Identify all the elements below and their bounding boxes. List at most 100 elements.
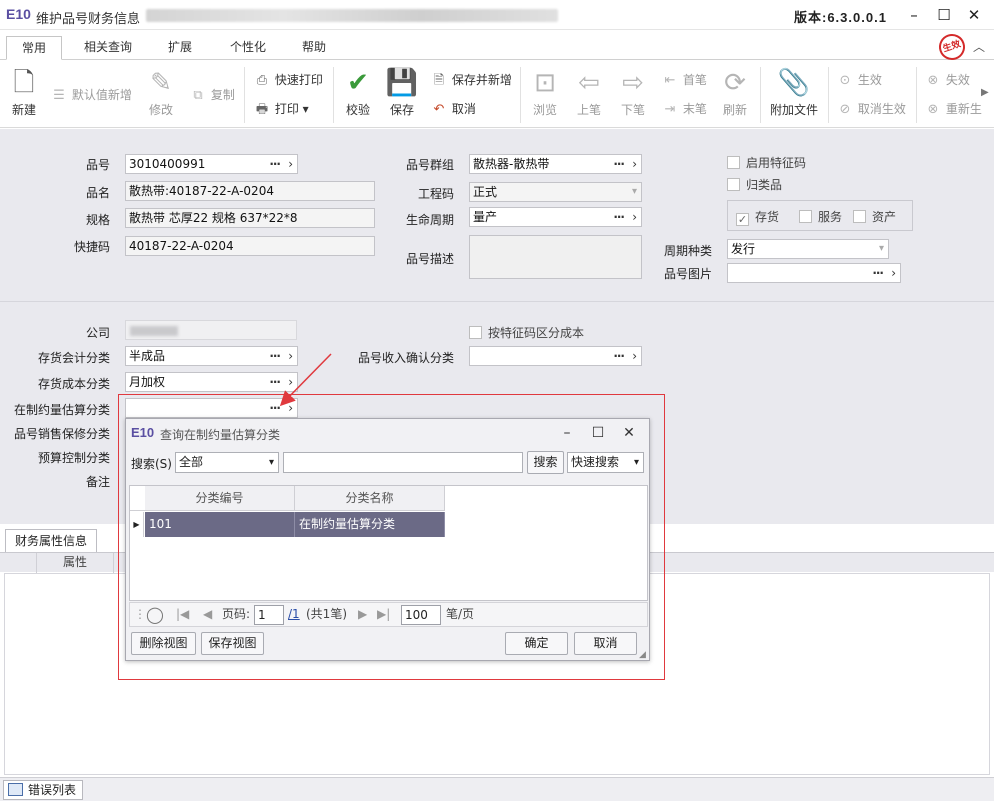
tab-personalize[interactable]: 个性化 bbox=[220, 36, 276, 60]
total-pages-link[interactable]: /1 bbox=[288, 603, 300, 626]
item-no-label: 品号 bbox=[85, 158, 110, 172]
item-image-field[interactable]: ··· › bbox=[727, 263, 901, 283]
lifecycle-field[interactable]: 量产 ··· › bbox=[469, 207, 642, 227]
activate-button[interactable]: ⊙ 生效 bbox=[836, 70, 882, 90]
modify-button[interactable]: ✎ 修改 bbox=[141, 65, 181, 118]
item-group-field[interactable]: 散热器-散热带 ··· › bbox=[469, 154, 642, 174]
maximize-button[interactable]: ☐ bbox=[932, 4, 956, 26]
tab-common[interactable]: 常用 bbox=[6, 36, 62, 60]
search-button[interactable]: 搜索 bbox=[527, 451, 564, 474]
last-button[interactable]: ⇥ 末笔 bbox=[661, 99, 707, 119]
revenue-class-field[interactable]: ··· › bbox=[469, 346, 642, 366]
pager-refresh-icon[interactable]: ◯ bbox=[146, 603, 164, 626]
cycle-type-label: 周期种类 bbox=[663, 244, 712, 258]
chevron-right-icon[interactable]: › bbox=[632, 347, 637, 365]
last-icon: ⇥ bbox=[664, 102, 676, 117]
cancel-button[interactable]: ↶ 取消 bbox=[430, 99, 476, 119]
chevron-right-icon[interactable]: › bbox=[891, 264, 896, 282]
chevron-right-icon[interactable]: › bbox=[288, 373, 293, 391]
refresh-button[interactable]: ⟳ 刷新 bbox=[715, 65, 755, 118]
inv-cost-class-field[interactable]: 月加权 ··· › bbox=[125, 372, 298, 392]
item-desc-textarea[interactable] bbox=[469, 235, 642, 279]
item-no-field[interactable]: 3010400991 ··· › bbox=[125, 154, 298, 174]
quick-print-button[interactable]: ⎙ 快速打印 bbox=[253, 70, 323, 90]
prev-page-icon[interactable]: ◀ bbox=[203, 603, 212, 626]
page-size-input[interactable]: 100 bbox=[401, 605, 441, 625]
tab-finance-attributes[interactable]: 财务属性信息 bbox=[5, 529, 97, 553]
total-records: (共1笔) bbox=[306, 607, 347, 621]
tab-help[interactable]: 帮助 bbox=[292, 36, 336, 60]
service-checkbox[interactable]: 服务 bbox=[799, 208, 842, 225]
first-page-icon[interactable]: |◀ bbox=[176, 603, 189, 626]
toolbar-scroll-right-icon[interactable]: ▶ bbox=[981, 87, 989, 98]
dialog-minimize-button[interactable]: – bbox=[556, 422, 578, 444]
save-and-new-button[interactable]: 🗎 保存并新增 bbox=[430, 70, 512, 90]
verify-button[interactable]: ✔ 校验 bbox=[338, 65, 378, 118]
column-header-code[interactable]: 分类编号 bbox=[145, 486, 295, 511]
quick-code-field[interactable]: 40187-22-A-0204 bbox=[125, 236, 375, 256]
more-icon[interactable]: ··· bbox=[269, 347, 281, 365]
class-item-checkbox[interactable]: 归类品 bbox=[727, 176, 782, 193]
dialog-maximize-button[interactable]: ☐ bbox=[587, 422, 609, 444]
close-button[interactable]: ✕ bbox=[962, 4, 986, 26]
next-button[interactable]: ⇨ 下笔 bbox=[613, 65, 653, 118]
inventory-checkbox[interactable]: ✓ 存货 bbox=[736, 208, 779, 226]
cancel-activate-button[interactable]: ⊘ 取消生效 bbox=[836, 99, 906, 119]
invalidate-button[interactable]: ⊗ 失效 bbox=[924, 70, 970, 90]
more-icon[interactable]: ··· bbox=[872, 264, 884, 282]
default-new-button[interactable]: ☰ 默认值新增 bbox=[50, 85, 132, 105]
cell-name[interactable]: 在制约量估算分类 bbox=[295, 512, 445, 537]
row-indicator-icon: ▶ bbox=[130, 512, 144, 537]
next-page-icon[interactable]: ▶ bbox=[358, 603, 367, 626]
quick-search-select[interactable]: 快速搜索 ▾ bbox=[567, 452, 644, 473]
company-field[interactable] bbox=[125, 320, 297, 340]
cost-by-feature-checkbox[interactable]: 按特征码区分成本 bbox=[469, 324, 584, 341]
chevron-right-icon[interactable]: › bbox=[632, 208, 637, 226]
save-view-button[interactable]: 保存视图 bbox=[201, 632, 264, 655]
dialog-close-button[interactable]: ✕ bbox=[618, 422, 640, 444]
more-icon[interactable]: ··· bbox=[613, 347, 625, 365]
copy-button[interactable]: ⧉ 复制 bbox=[189, 85, 235, 105]
save-button[interactable]: 💾 保存 bbox=[382, 65, 422, 118]
tab-related-query[interactable]: 相关查询 bbox=[76, 36, 140, 60]
error-list-tab[interactable]: 错误列表 bbox=[3, 780, 83, 800]
asset-checkbox[interactable]: 资产 bbox=[853, 208, 896, 225]
inv-acct-class-field[interactable]: 半成品 ··· › bbox=[125, 346, 298, 366]
confirm-button[interactable]: 确定 bbox=[505, 632, 568, 655]
attach-button[interactable]: 📎 附加文件 bbox=[767, 65, 821, 118]
more-icon[interactable]: ··· bbox=[613, 208, 625, 226]
delete-view-button[interactable]: 删除视图 bbox=[131, 632, 196, 655]
toolbar-divider bbox=[760, 67, 761, 123]
new-button[interactable]: 🗋 新建 bbox=[4, 65, 44, 118]
minimize-button[interactable]: – bbox=[902, 4, 926, 26]
page-input[interactable]: 1 bbox=[254, 605, 284, 625]
column-header-name[interactable]: 分类名称 bbox=[295, 486, 445, 511]
item-name-field[interactable]: 散热带:40187-22-A-0204 bbox=[125, 181, 375, 201]
item-desc-label: 品号描述 bbox=[405, 252, 454, 266]
dialog-cancel-button[interactable]: 取消 bbox=[574, 632, 637, 655]
regenerate-button[interactable]: ⊗ 重新生 bbox=[924, 99, 982, 119]
remark-label: 备注 bbox=[85, 475, 110, 489]
tab-extend[interactable]: 扩展 bbox=[156, 36, 204, 60]
cycle-type-select[interactable]: 发行 ▾ bbox=[727, 239, 889, 259]
enable-feature-checkbox[interactable]: 启用特征码 bbox=[727, 154, 806, 171]
search-scope-select[interactable]: 全部 ▾ bbox=[175, 452, 279, 473]
resize-grip-icon[interactable]: ◢ bbox=[639, 650, 646, 660]
first-button[interactable]: ⇤ 首笔 bbox=[661, 70, 707, 90]
more-icon[interactable]: ··· bbox=[613, 155, 625, 173]
more-icon[interactable]: ··· bbox=[269, 373, 281, 391]
cell-code[interactable]: 101 bbox=[145, 512, 295, 537]
chevron-right-icon[interactable]: › bbox=[632, 155, 637, 173]
chevron-right-icon[interactable]: › bbox=[288, 155, 293, 173]
spec-field[interactable]: 散热带 芯厚22 规格 637*22*8 bbox=[125, 208, 375, 228]
eng-code-select[interactable]: 正式 ▾ bbox=[469, 182, 642, 202]
more-icon[interactable]: ··· bbox=[269, 155, 281, 173]
warranty-class-label: 品号销售保修分类 bbox=[13, 427, 110, 441]
prev-button[interactable]: ⇦ 上笔 bbox=[569, 65, 609, 118]
last-page-icon[interactable]: ▶| bbox=[377, 603, 390, 626]
browse-button[interactable]: ⊡ 浏览 bbox=[525, 65, 565, 118]
chevron-right-icon[interactable]: › bbox=[288, 347, 293, 365]
ribbon-collapse-icon[interactable]: ︿ bbox=[973, 38, 985, 55]
print-button[interactable]: 🖶 打印 ▾ bbox=[253, 99, 309, 119]
search-input[interactable] bbox=[283, 452, 523, 473]
